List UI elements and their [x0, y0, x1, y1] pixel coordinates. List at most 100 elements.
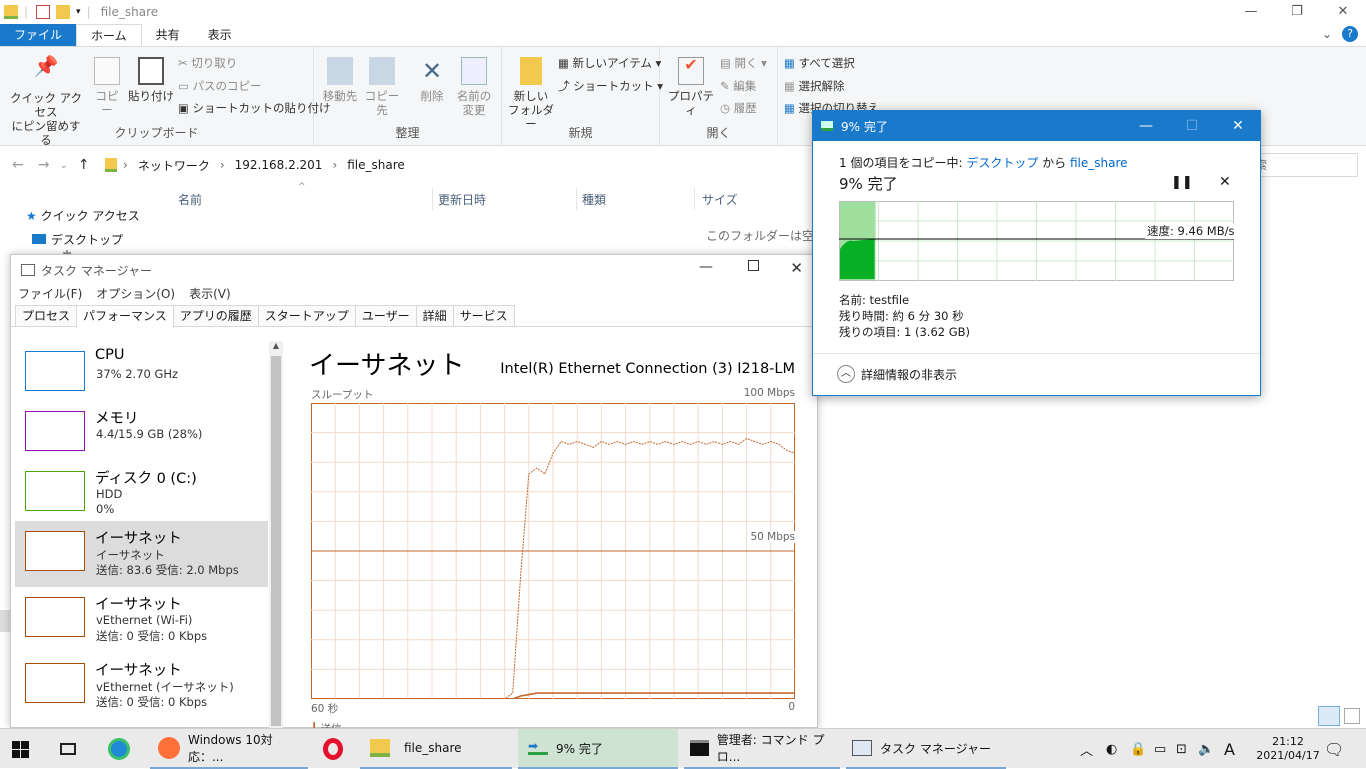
up-icon[interactable]: ↑	[78, 157, 90, 173]
resource-item[interactable]: イーサネット vEthernet (イーサネット) 送信: 0 受信: 0 Kbps	[15, 653, 268, 719]
select-all-button[interactable]: ▦ すべて選択	[784, 55, 855, 71]
address-bar[interactable]: › ネットワーク › 192.168.2.201 › file_share	[105, 153, 805, 177]
rename-button[interactable]: 名前の 変更	[452, 57, 496, 117]
taskbar-item-taskmgr[interactable]: タスク マネージャー	[846, 729, 1006, 769]
clock[interactable]: 21:12 2021/04/17	[1252, 729, 1324, 769]
x-left-label: 60 秒	[311, 703, 339, 715]
resource-item[interactable]: メモリ 4.4/15.9 GB (28%)	[15, 401, 268, 467]
resource-scroll-thumb[interactable]	[271, 356, 281, 726]
breadcrumb-share[interactable]: file_share	[347, 158, 405, 172]
ime-indicator[interactable]: A	[1224, 729, 1235, 769]
resource-item[interactable]: CPU 37% 2.70 GHz	[15, 341, 268, 407]
tm-maximize-button[interactable]	[748, 260, 759, 271]
nav-quick-access[interactable]: ★ クイック アクセス	[26, 207, 140, 224]
tm-menu-view[interactable]: 表示(V)	[189, 285, 231, 305]
task-view-button[interactable]	[60, 729, 84, 769]
delete-button[interactable]: ✕ 削除	[412, 57, 452, 103]
recent-dropdown-icon[interactable]: ⌄	[59, 160, 67, 171]
tab-users[interactable]: ユーザー	[354, 305, 417, 326]
help-icon[interactable]: ?	[1342, 26, 1358, 42]
column-size[interactable]: サイズ	[702, 191, 738, 208]
pause-button[interactable]: ❚❚	[1171, 175, 1193, 190]
copy-progress-icon	[821, 121, 833, 131]
battery-icon[interactable]: ▭	[1154, 729, 1166, 769]
copy-dest-link[interactable]: file_share	[1070, 156, 1128, 170]
tm-menu-options[interactable]: オプション(O)	[96, 285, 175, 305]
taskbar-item-opera[interactable]	[314, 729, 354, 769]
cut-button[interactable]: ✂ 切り取り	[178, 55, 237, 71]
tray-overflow-icon[interactable]: ︿	[1080, 729, 1093, 769]
security-icon[interactable]: 🔒	[1130, 729, 1146, 769]
scroll-up-icon[interactable]: ▲	[269, 341, 283, 350]
resource-item[interactable]: ディスク 0 (C:) HDD 0%	[15, 461, 268, 527]
copy-source-link[interactable]: デスクトップ	[966, 156, 1038, 170]
column-date[interactable]: 更新日時	[438, 191, 486, 208]
tm-menu-file[interactable]: ファイル(F)	[18, 285, 82, 305]
taskbar-item-firefox[interactable]: Windows 10対応：...	[150, 729, 308, 769]
forward-icon[interactable]: →	[38, 157, 50, 173]
tab-view[interactable]: 表示	[194, 24, 246, 46]
details-view-icon[interactable]	[1318, 706, 1340, 726]
qat-dropdown-icon[interactable]: ▾	[76, 7, 81, 17]
tab-services[interactable]: サービス	[452, 305, 515, 326]
edit-icon: ✎	[720, 79, 734, 93]
properties-qat-icon[interactable]	[36, 5, 51, 19]
tab-app-history[interactable]: アプリの履歴	[172, 305, 259, 326]
ribbon-expand-icon[interactable]: ⌄	[1322, 27, 1332, 41]
breadcrumb-host[interactable]: 192.168.2.201	[235, 158, 323, 172]
taskbar-item-cmd[interactable]: 管理者: コマンド プロ...	[684, 729, 840, 769]
paste-shortcut-button[interactable]: ▣ ショートカットの貼り付け	[178, 100, 331, 116]
edit-button[interactable]: ✎ 編集	[720, 78, 756, 94]
shortcut-button[interactable]: ⤴ ショートカット ▾	[558, 78, 663, 94]
resource-item[interactable]: イーサネット イーサネット 送信: 83.6 受信: 2.0 Mbps	[15, 521, 268, 587]
tab-share[interactable]: 共有	[142, 24, 194, 46]
large-icons-view-icon[interactable]	[1344, 708, 1360, 724]
taskbar-item-copy[interactable]: ➡ 9% 完了	[518, 729, 678, 769]
edge-button[interactable]	[108, 729, 136, 769]
copy-to-button[interactable]: コピー先	[362, 57, 402, 117]
tab-home[interactable]: ホーム	[76, 24, 142, 46]
search-input[interactable]: 索	[1248, 153, 1358, 177]
resource-detail-2: 送信: 0 受信: 0 Kbps	[96, 695, 208, 709]
select-none-button[interactable]: ▦ 選択解除	[784, 78, 845, 94]
copy-close-button[interactable]: ✕	[1215, 111, 1261, 141]
new-item-button[interactable]: ▦ 新しいアイテム ▾	[558, 55, 661, 71]
move-to-button[interactable]: 移動先	[320, 57, 360, 103]
tab-processes[interactable]: プロセス	[15, 305, 78, 326]
resource-item[interactable]: イーサネット vEthernet (Wi-Fi) 送信: 0 受信: 0 Kbps	[15, 587, 268, 653]
column-type[interactable]: 種類	[582, 191, 606, 208]
copy-path-button[interactable]: ▭ パスのコピー	[178, 78, 262, 94]
column-name[interactable]: 名前	[178, 191, 202, 208]
paste-button[interactable]: 貼り付け	[128, 57, 174, 103]
copy-button[interactable]: コピー	[90, 57, 124, 117]
taskbar-item-explorer[interactable]: file_share	[360, 729, 512, 769]
notification-icon[interactable]: 🗨	[1324, 729, 1344, 769]
tab-startup[interactable]: スタートアップ	[257, 305, 356, 326]
volume-icon[interactable]: 🔈	[1198, 729, 1214, 769]
tab-details[interactable]: 詳細	[415, 305, 454, 326]
tab-file[interactable]: ファイル	[0, 24, 77, 46]
breadcrumb-network[interactable]: ネットワーク	[138, 157, 210, 174]
network-icon[interactable]: ⊡	[1176, 729, 1187, 769]
resource-scrollbar[interactable]: ▲	[269, 341, 283, 729]
properties-button[interactable]: ✔ プロパティ	[666, 57, 716, 118]
back-icon[interactable]: ←	[12, 157, 24, 173]
toggle-details-button[interactable]: ︿ 詳細情報の非表示	[837, 365, 957, 383]
maximize-button[interactable]: ❐	[1274, 0, 1320, 24]
new-folder-button[interactable]: 新しい フォルダー	[506, 57, 556, 131]
tm-close-button[interactable]: ✕	[790, 259, 803, 277]
minimize-button[interactable]: —	[1228, 0, 1274, 24]
tm-minimize-button[interactable]: —	[699, 259, 713, 275]
open-button[interactable]: ▤ 開く ▾	[720, 55, 767, 71]
meet-now-icon[interactable]: ◐	[1106, 729, 1117, 769]
cancel-copy-button[interactable]: ✕	[1219, 174, 1231, 190]
tab-performance[interactable]: パフォーマンス	[76, 305, 174, 328]
folder-icon[interactable]	[4, 5, 18, 19]
copy-minimize-button[interactable]: —	[1123, 111, 1169, 141]
scroll-thumb[interactable]	[0, 610, 10, 632]
history-button[interactable]: ◷ 履歴	[720, 100, 757, 116]
new-folder-qat-icon[interactable]	[56, 5, 71, 19]
start-button[interactable]	[12, 729, 38, 769]
close-button[interactable]: ✕	[1320, 0, 1366, 24]
resource-name: イーサネット	[95, 531, 182, 547]
